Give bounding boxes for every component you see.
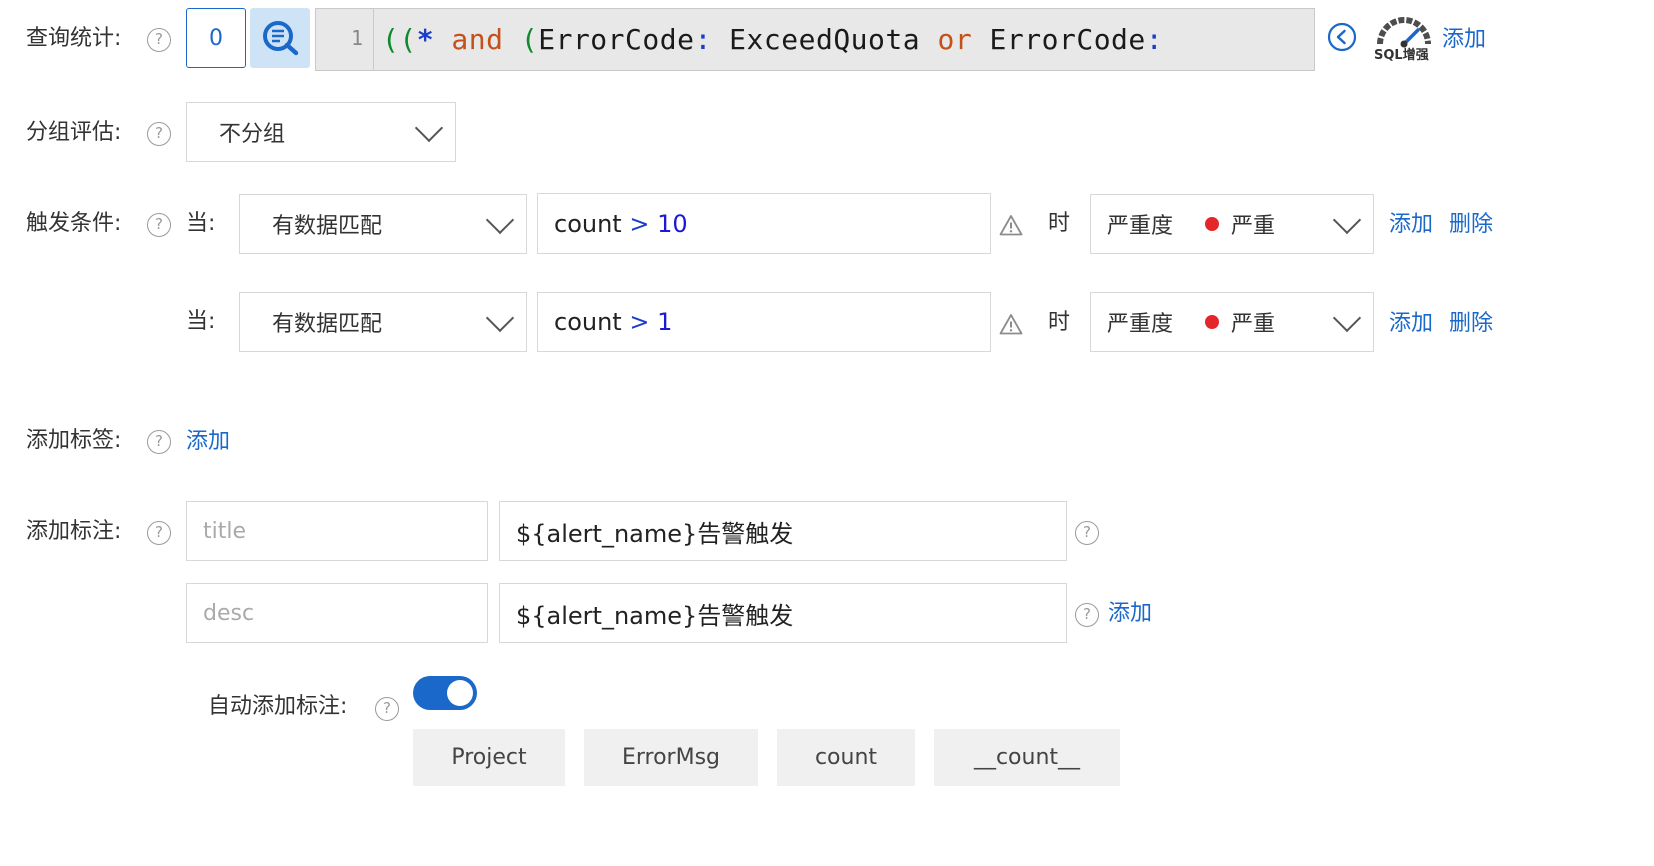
add-tag-link[interactable]: 添加 <box>186 427 230 457</box>
group-eval-select[interactable]: 不分组 <box>186 102 456 162</box>
help-icon[interactable]: ? <box>147 521 171 545</box>
condition-value: 1 <box>657 308 673 336</box>
condition-field: count <box>554 209 622 238</box>
group-eval-label: 分组评估: <box>26 120 122 145</box>
code-token-value: ExceedQuota <box>711 23 938 56</box>
gauge-icon <box>1377 17 1431 48</box>
annotation-value: ${alert_name}告警触发 <box>516 601 794 630</box>
query-code-editor[interactable]: 1 ((* and (ErrorCode: ExceedQuota or Err… <box>315 8 1315 71</box>
sql-enhance-button[interactable]: SQL增强 <box>1372 12 1436 64</box>
chevron-down-icon <box>485 205 515 235</box>
annotation-value-input[interactable]: ${alert_name}告警触发 <box>499 501 1067 561</box>
code-token-paren: (( <box>382 23 417 56</box>
annotation-key-placeholder: title <box>203 518 247 544</box>
annotation-key-placeholder: desc <box>203 600 255 626</box>
auto-annotation-toggle[interactable] <box>413 676 477 710</box>
condition-value: 10 <box>657 209 688 238</box>
code-token-and: and <box>434 23 521 56</box>
trigger-label: 触发条件: <box>26 211 122 236</box>
help-icon[interactable]: ? <box>147 213 171 237</box>
trigger-delete-link[interactable]: 删除 <box>1449 309 1493 339</box>
auto-annotation-tag[interactable]: ErrorMsg <box>584 729 758 786</box>
annotation-key-input[interactable]: desc <box>186 583 488 643</box>
help-icon[interactable]: ? <box>1075 603 1099 627</box>
code-token-colon: : <box>1145 23 1164 56</box>
trigger-match-select[interactable]: 有数据匹配 <box>239 292 527 352</box>
trigger-delete-link[interactable]: 删除 <box>1449 210 1493 240</box>
auto-annotation-tag[interactable]: Project <box>413 729 565 786</box>
trigger-condition-input[interactable]: count > 10 <box>537 193 991 254</box>
help-icon[interactable]: ? <box>147 122 171 146</box>
condition-operator: > <box>629 209 650 238</box>
annotation-add-link[interactable]: 添加 <box>1108 599 1152 629</box>
help-icon[interactable]: ? <box>375 697 399 721</box>
sql-enhance-label: SQL增强 <box>1374 48 1429 63</box>
trigger-when-label: 当: <box>186 309 216 334</box>
warning-icon <box>999 215 1023 236</box>
line-number: 1 <box>316 9 374 70</box>
help-icon[interactable]: ? <box>147 430 171 454</box>
severity-select[interactable]: 严重度 严重 <box>1090 194 1374 254</box>
auto-annotation-tag[interactable]: count <box>777 729 915 786</box>
code-token-or: or <box>937 23 973 56</box>
warning-icon <box>999 314 1023 335</box>
condition-operator: > <box>629 308 650 336</box>
condition-field: count <box>554 308 622 336</box>
trigger-match-selected: 有数据匹配 <box>272 312 383 337</box>
code-token-paren: ( <box>520 23 539 56</box>
code-token-field: ErrorCode <box>538 23 695 56</box>
annotation-label: 添加标注: <box>26 519 122 544</box>
severity-dot <box>1205 315 1220 329</box>
query-stats-label: 查询统计: <box>26 26 122 51</box>
query-count-input[interactable]: 0 <box>186 8 246 68</box>
annotation-value-input[interactable]: ${alert_name}告警触发 <box>499 583 1067 643</box>
query-search-button[interactable] <box>250 8 310 68</box>
query-add-link[interactable]: 添加 <box>1442 25 1486 55</box>
annotation-value: ${alert_name}告警触发 <box>516 519 794 548</box>
trigger-time-label: 时 <box>1048 310 1071 335</box>
search-icon <box>263 21 299 56</box>
trigger-match-selected: 有数据匹配 <box>272 214 383 239</box>
trigger-condition-input[interactable]: count > 1 <box>537 292 991 352</box>
chevron-down-icon <box>1332 205 1362 235</box>
trigger-time-label: 时 <box>1048 211 1071 236</box>
auto-annotation-label: 自动添加标注: <box>208 694 348 719</box>
severity-label: 严重度 <box>1107 312 1174 337</box>
annotation-key-input[interactable]: title <box>186 501 488 561</box>
code-token-colon: : <box>694 23 712 56</box>
group-eval-selected: 不分组 <box>219 122 286 147</box>
help-icon[interactable]: ? <box>147 28 171 52</box>
severity-select[interactable]: 严重度 严重 <box>1090 292 1374 352</box>
add-tag-label: 添加标签: <box>26 428 122 453</box>
help-icon[interactable]: ? <box>1075 521 1099 545</box>
severity-value: 严重 <box>1231 214 1276 239</box>
trigger-match-select[interactable]: 有数据匹配 <box>239 194 527 254</box>
severity-label: 严重度 <box>1107 214 1174 239</box>
code-line: ((* and (ErrorCode: ExceedQuota or Error… <box>382 23 1163 56</box>
collapse-chevron-icon[interactable] <box>1327 22 1357 52</box>
trigger-add-link[interactable]: 添加 <box>1389 309 1433 339</box>
code-token-star: * <box>416 23 435 56</box>
trigger-add-link[interactable]: 添加 <box>1389 210 1433 240</box>
severity-dot <box>1205 217 1220 231</box>
severity-value: 严重 <box>1231 312 1276 337</box>
chevron-down-icon <box>485 303 515 333</box>
trigger-when-label: 当: <box>186 211 216 236</box>
auto-annotation-tag[interactable]: __count__ <box>934 729 1120 786</box>
chevron-down-icon <box>1332 303 1362 333</box>
chevron-down-icon <box>414 113 444 143</box>
query-count-value: 0 <box>209 25 223 51</box>
toggle-knob <box>447 680 473 706</box>
code-token-field: ErrorCode <box>972 23 1146 56</box>
